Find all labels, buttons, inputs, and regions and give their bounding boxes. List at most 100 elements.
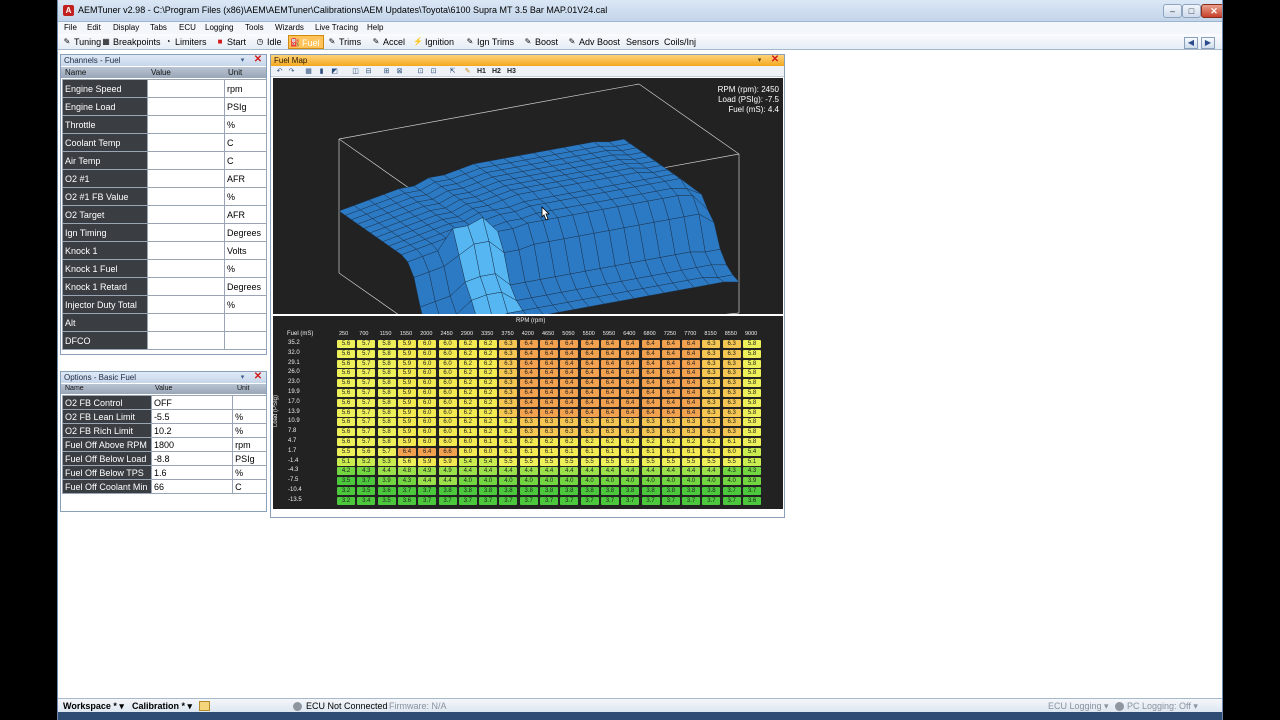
fuel-cell[interactable]: 6.0 bbox=[438, 428, 457, 437]
fuel-cell[interactable]: 6.4 bbox=[682, 359, 701, 368]
fuel-cell[interactable]: 5.8 bbox=[377, 438, 396, 446]
fuel-cell[interactable]: 6.3 bbox=[722, 398, 741, 407]
fuel-cell[interactable]: 6.4 bbox=[519, 349, 538, 358]
fuel-cell[interactable]: 6.4 bbox=[519, 369, 538, 378]
fuel-cell[interactable]: 6.4 bbox=[600, 408, 619, 417]
channel-value[interactable] bbox=[146, 223, 226, 242]
fuel-cell[interactable]: 5.7 bbox=[357, 340, 376, 348]
fuel-cell[interactable]: 4.0 bbox=[540, 477, 558, 486]
fuel-cell[interactable]: 5.6 bbox=[337, 369, 355, 378]
fuel-cell[interactable]: 3.8 bbox=[458, 487, 477, 495]
fuel-cell[interactable]: 6.4 bbox=[641, 349, 660, 358]
fuel-cell[interactable]: 6.0 bbox=[418, 398, 437, 407]
fuel-cell[interactable]: 5.8 bbox=[743, 369, 761, 378]
fuel-cell[interactable]: 4.3 bbox=[722, 467, 741, 476]
fuel-cell[interactable]: 6.3 bbox=[519, 418, 538, 427]
fuel-cell[interactable]: 3.5 bbox=[337, 477, 355, 486]
fuel-cell[interactable]: 3.7 bbox=[722, 496, 741, 505]
maximize-button[interactable]: □ bbox=[1182, 4, 1201, 18]
fuel-cell[interactable]: 6.3 bbox=[722, 408, 741, 417]
fuel-cell[interactable]: 3.6 bbox=[743, 496, 761, 505]
fuel-cell[interactable]: 6.3 bbox=[621, 428, 640, 437]
tab-ignition[interactable]: ⚡ Ignition bbox=[412, 35, 454, 49]
fuel-cell[interactable]: 5.9 bbox=[397, 408, 416, 417]
fuel-cell[interactable]: 3.7 bbox=[722, 487, 741, 495]
fuel-cell[interactable]: 6.3 bbox=[722, 349, 741, 358]
load-breakpoint[interactable]: -13.5 bbox=[288, 497, 302, 503]
fuel-cell[interactable]: 4.0 bbox=[702, 477, 721, 486]
fuel-cell[interactable]: 6.4 bbox=[641, 398, 660, 407]
folder-icon[interactable] bbox=[199, 701, 210, 711]
fuel-cell[interactable]: 6.3 bbox=[499, 340, 518, 348]
fuel-cell[interactable]: 6.2 bbox=[499, 418, 518, 427]
tab-limiters[interactable]: ◔ Limiters bbox=[162, 35, 207, 49]
fuel-cell[interactable]: 5.6 bbox=[337, 418, 355, 427]
menu-logging[interactable]: Logging bbox=[205, 23, 233, 32]
fuel-cell[interactable]: 5.8 bbox=[743, 379, 761, 388]
fuel-cell[interactable]: 6.3 bbox=[702, 408, 721, 417]
fuel-cell[interactable]: 6.3 bbox=[682, 418, 701, 427]
fuel-cell[interactable]: 3.7 bbox=[702, 496, 721, 505]
fuel-cell[interactable]: 5.1 bbox=[337, 457, 355, 466]
fuel-cell[interactable]: 5.3 bbox=[377, 457, 396, 466]
menu-help[interactable]: Help bbox=[367, 23, 383, 32]
fuel-cell[interactable]: 6.0 bbox=[438, 379, 457, 388]
fuel-cell[interactable]: 4.0 bbox=[661, 477, 680, 486]
fuel-cell[interactable]: 4.4 bbox=[641, 467, 660, 476]
fuel-cell[interactable]: 6.4 bbox=[600, 369, 619, 378]
fuel-cell[interactable]: 6.4 bbox=[682, 379, 701, 388]
fuel-cell[interactable]: 6.4 bbox=[641, 408, 660, 417]
fuel-cell[interactable]: 6.4 bbox=[519, 379, 538, 388]
fuel-cell[interactable]: 6.2 bbox=[519, 438, 538, 446]
fuel-cell[interactable]: 3.7 bbox=[479, 496, 498, 505]
fuel-cell[interactable]: 4.4 bbox=[540, 467, 558, 476]
fuel-cell[interactable]: 5.5 bbox=[540, 457, 558, 466]
surface-view-icon[interactable]: ◩ bbox=[330, 67, 339, 76]
fuel-cell[interactable]: 6.0 bbox=[438, 340, 457, 348]
channel-row[interactable]: Knock 1 Volts bbox=[62, 241, 267, 260]
fuel-cell[interactable]: 6.1 bbox=[499, 438, 518, 446]
fuel-cell[interactable]: 6.4 bbox=[560, 398, 579, 407]
fuel-cell[interactable]: 5.8 bbox=[743, 408, 761, 417]
fuel-cell[interactable]: 6.0 bbox=[418, 389, 437, 397]
fuel-cell[interactable]: 6.0 bbox=[438, 349, 457, 358]
fuel-cell[interactable]: 6.1 bbox=[580, 447, 599, 456]
fuel-cell[interactable]: 6.4 bbox=[560, 389, 579, 397]
fuel-cell[interactable]: 6.3 bbox=[722, 379, 741, 388]
fuel-cell[interactable]: 6.4 bbox=[519, 359, 538, 368]
fuel-cell[interactable]: 5.9 bbox=[397, 428, 416, 437]
pencil-icon[interactable]: ✎ bbox=[463, 67, 472, 76]
fuel-cell[interactable]: 6.4 bbox=[540, 389, 558, 397]
load-breakpoint[interactable]: 10.9 bbox=[288, 418, 300, 424]
col-name[interactable]: Name bbox=[62, 384, 84, 394]
fuel-cell[interactable]: 5.5 bbox=[621, 457, 640, 466]
fuel-cell[interactable]: 5.8 bbox=[743, 389, 761, 397]
pin-icon[interactable]: ▾ bbox=[755, 56, 764, 65]
redo-icon[interactable]: ↷ bbox=[287, 67, 296, 76]
fuel-cell[interactable]: 3.7 bbox=[357, 477, 376, 486]
fuel-cell[interactable]: 3.8 bbox=[580, 487, 599, 495]
channel-value[interactable] bbox=[146, 205, 226, 224]
fuel-cell[interactable]: 6.0 bbox=[458, 447, 477, 456]
fuel-cell[interactable]: 4.0 bbox=[621, 477, 640, 486]
fuel-cell[interactable]: 4.4 bbox=[580, 467, 599, 476]
fuel-cell[interactable]: 6.4 bbox=[519, 408, 538, 417]
fuel-cell[interactable]: 6.4 bbox=[661, 398, 680, 407]
fuel-cell[interactable]: 3.7 bbox=[621, 496, 640, 505]
fuel-cell[interactable]: 6.4 bbox=[540, 408, 558, 417]
fuel-cell[interactable]: 5.8 bbox=[377, 379, 396, 388]
fuel-cell[interactable]: 6.4 bbox=[641, 369, 660, 378]
fuel-cell[interactable]: 6.4 bbox=[418, 447, 437, 456]
option-value[interactable]: -5.5 bbox=[150, 409, 234, 424]
fuel-cell[interactable]: 4.4 bbox=[438, 477, 457, 486]
fuel-cell[interactable]: 4.8 bbox=[397, 467, 416, 476]
fuel-cell[interactable]: 3.7 bbox=[661, 496, 680, 505]
fuel-cell[interactable]: 5.5 bbox=[519, 457, 538, 466]
option-row[interactable]: O2 FB Control OFF bbox=[62, 395, 267, 410]
fuel-cell[interactable]: 4.4 bbox=[621, 467, 640, 476]
tab-tuning[interactable]: ✎ Tuning bbox=[61, 35, 102, 49]
fuel-cell[interactable]: 4.4 bbox=[499, 467, 518, 476]
fuel-cell[interactable]: 6.3 bbox=[722, 369, 741, 378]
channel-row[interactable]: O2 #1 FB Value% bbox=[62, 187, 267, 206]
channel-row[interactable]: Throttle% bbox=[62, 115, 267, 134]
